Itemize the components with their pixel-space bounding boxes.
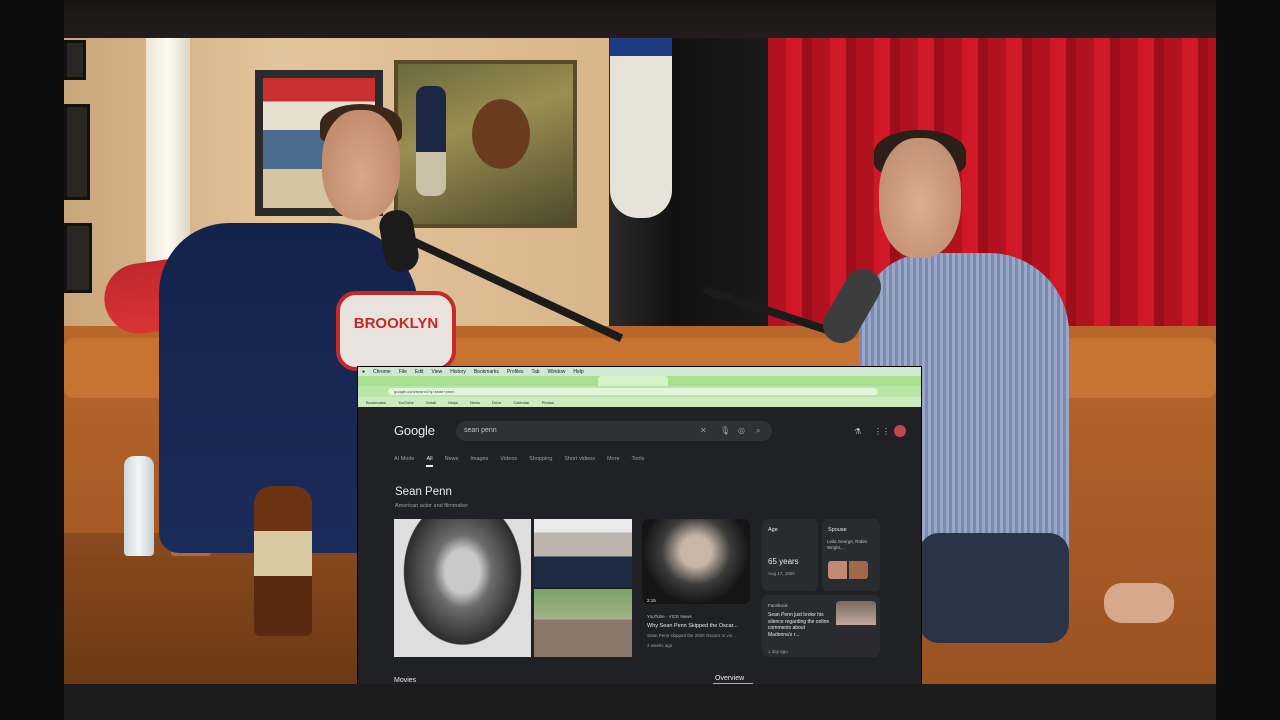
menubar-item[interactable]: History	[450, 369, 466, 375]
video-thumbnail[interactable]	[642, 519, 750, 604]
browser-tab-active[interactable]	[598, 376, 668, 386]
menubar-item[interactable]: File	[399, 369, 407, 375]
spouse-thumbnails	[828, 561, 868, 579]
water-bottle	[124, 456, 154, 556]
painting-horse	[456, 98, 546, 188]
search-icon[interactable]: ⌕	[756, 426, 760, 436]
wall-frame	[64, 40, 86, 80]
menubar-item[interactable]: Bookmarks	[474, 369, 499, 375]
menubar-item[interactable]: Edit	[415, 369, 424, 375]
painting-figure	[416, 86, 446, 196]
entity-title[interactable]: Sean Penn	[395, 486, 452, 498]
url-field[interactable]: google.com/search?q=sean+penn	[388, 388, 878, 395]
facebook-date: 1 day ago	[768, 649, 788, 654]
tab-all[interactable]: All	[426, 456, 433, 467]
birth-date: Aug 17, 1960	[768, 571, 795, 576]
facebook-text: Sean Penn just broke his silence regardi…	[768, 612, 830, 638]
age-card[interactable]: Age 65 years Aug 17, 1960	[762, 519, 818, 591]
video-frame: BROOKLYN ● Chrome File Edit View History…	[0, 0, 1280, 720]
bookmark-item[interactable]: Gmail	[426, 400, 436, 405]
facebook-thumbnail	[836, 601, 876, 649]
menubar-item[interactable]: Tab	[532, 369, 540, 375]
bookmark-item[interactable]: Photos	[542, 400, 554, 405]
video-source: YouTube · VICE News	[647, 614, 692, 619]
entity-subtitle: American actor and filmmaker	[395, 503, 469, 509]
bookmark-item[interactable]: Calendar	[513, 400, 529, 405]
apple-icon[interactable]: ●	[362, 369, 365, 375]
lens-icon[interactable]: ◎	[738, 426, 745, 436]
bookmark-item[interactable]: Bookmarks	[366, 400, 386, 405]
mic-icon[interactable]: 🎙	[720, 426, 730, 436]
facebook-card[interactable]: Facebook Sean Penn just broke his silenc…	[762, 595, 880, 657]
os-menubar: ● Chrome File Edit View History Bookmark…	[358, 367, 921, 376]
menubar-item[interactable]: Chrome	[373, 369, 391, 375]
google-logo[interactable]: Google	[394, 423, 435, 438]
tab-images[interactable]: Images	[470, 456, 488, 467]
bookmark-item[interactable]: News	[470, 400, 480, 405]
host-left-head	[322, 110, 400, 220]
host-right-hand	[1104, 583, 1174, 623]
side-table	[64, 533, 364, 684]
spouse-label: Spouse	[828, 527, 847, 533]
host-right-legs	[919, 533, 1069, 643]
video-title[interactable]: Why Sean Penn Skipped the Oscar...	[647, 623, 747, 630]
bookmark-item[interactable]: Maps	[448, 400, 458, 405]
browser-window: ● Chrome File Edit View History Bookmark…	[358, 367, 921, 684]
labs-icon[interactable]: ⚗	[854, 427, 861, 436]
host-right-head	[879, 138, 961, 258]
tab-news[interactable]: News	[445, 456, 459, 467]
letterbox-top	[64, 0, 1216, 38]
bookmark-item[interactable]: YouTube	[398, 400, 414, 405]
entity-image-main[interactable]	[394, 519, 531, 657]
clear-icon[interactable]: ✕	[700, 426, 707, 436]
menubar-item[interactable]: Window	[548, 369, 566, 375]
image-source: Source: The New York Times	[398, 644, 456, 649]
jersey-logo: BROOKLYN	[336, 291, 456, 371]
search-input[interactable]: sean penn	[464, 425, 497, 437]
wall-frame	[64, 223, 92, 293]
bookmark-item[interactable]: Drive	[492, 400, 501, 405]
wall-sign	[610, 38, 672, 218]
tab-ai-mode[interactable]: AI Mode	[394, 456, 414, 467]
tab-videos[interactable]: Videos	[500, 456, 517, 467]
apps-icon[interactable]: ⋮⋮	[874, 427, 890, 436]
age-label: Age	[768, 527, 778, 533]
spouse-card[interactable]: Spouse Leila George, Robin Wright,...	[822, 519, 880, 591]
google-results-page: Google sean penn ✕ 🎙 ◎ ⌕ ⚗ ⋮⋮ AI Mode Al…	[358, 407, 921, 684]
spouse-names: Leila George, Robin Wright,...	[827, 539, 868, 550]
menubar-item[interactable]: Help	[573, 369, 583, 375]
search-tabs: AI Mode All News Images Videos Shopping …	[394, 456, 644, 467]
video-snippet: Sean Penn skipped the 2026 Oscars to vis…	[647, 633, 736, 638]
tab-tools[interactable]: Tools	[632, 456, 645, 467]
tab-short-videos[interactable]: Short videos	[564, 456, 595, 467]
menubar-item[interactable]: View	[432, 369, 443, 375]
tab-overview[interactable]: Overview	[715, 675, 744, 682]
letterbox-bottom	[64, 684, 1216, 720]
video-date: 3 weeks ago	[647, 643, 673, 648]
section-heading: Movies	[394, 677, 417, 684]
bookmarks-bar: Bookmarks YouTube Gmail Maps News Drive …	[358, 397, 921, 407]
menubar-item[interactable]: Profiles	[507, 369, 524, 375]
wall-frame	[64, 104, 90, 200]
video-duration: 2:15	[647, 598, 656, 603]
entity-image[interactable]	[534, 519, 632, 587]
entity-image[interactable]	[534, 589, 632, 657]
age-value: 65 years	[768, 557, 799, 566]
whiskey-bottle	[254, 486, 312, 636]
horse-painting	[394, 60, 577, 228]
avatar[interactable]	[894, 425, 906, 437]
tab-shopping[interactable]: Shopping	[529, 456, 552, 467]
search-box[interactable]: sean penn ✕ 🎙 ◎ ⌕	[456, 421, 772, 441]
facebook-source: Facebook	[768, 603, 788, 608]
tab-more[interactable]: More	[607, 456, 620, 467]
